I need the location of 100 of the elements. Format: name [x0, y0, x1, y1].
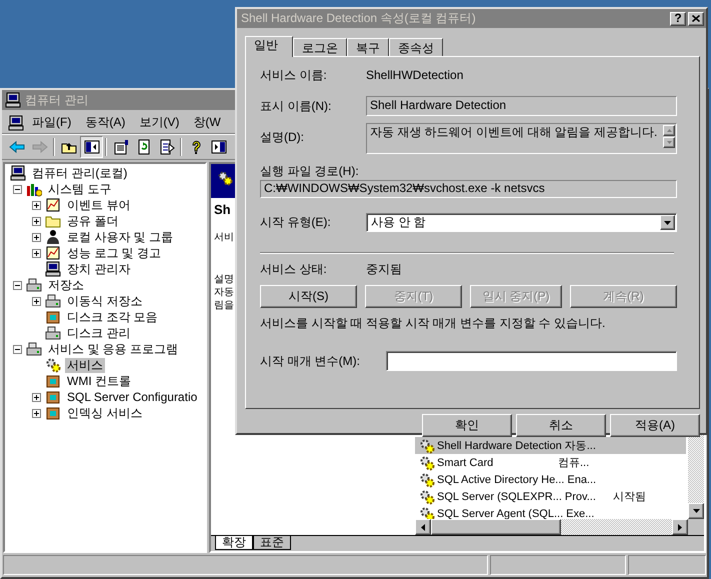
drive-icon	[26, 277, 42, 293]
tree-item[interactable]: 저장소	[46, 278, 86, 292]
detail-text: 설명	[214, 273, 234, 286]
display-name-field[interactable]: Shell Hardware Detection	[366, 96, 677, 116]
field-label: 표시 이름(N):	[260, 98, 332, 114]
startup-type-dropdown[interactable]: 사용 안 함	[366, 213, 677, 232]
collapse-icon[interactable]	[13, 344, 22, 354]
service-row[interactable]: SQL Server Agent (SQL... Exe...	[415, 505, 686, 522]
computer-icon	[8, 114, 24, 130]
parameters-field[interactable]	[386, 351, 677, 371]
table-cell-text: Ena...	[567, 474, 598, 486]
menu-item[interactable]: 창(W	[189, 114, 227, 131]
service-name-text: ShellHWDetection	[366, 68, 464, 82]
tree-item[interactable]: 인덱싱 서비스	[65, 406, 144, 420]
tree-item[interactable]: 서비스	[65, 358, 105, 372]
expand-icon[interactable]	[32, 200, 41, 210]
expand-icon[interactable]	[32, 408, 41, 418]
tree-item[interactable]: 시스템 도구	[46, 182, 114, 196]
horizontal-scrollbar[interactable]	[415, 519, 704, 535]
tree-item[interactable]: 이벤트 뷰어	[65, 198, 132, 212]
scroll-right-button[interactable]	[672, 519, 688, 535]
gear-icon	[419, 488, 435, 504]
service-row[interactable]: Shell Hardware Detection 자동...	[415, 437, 686, 454]
gear-icon	[45, 357, 61, 373]
service-row[interactable]: Smart Card 컴퓨...	[415, 454, 686, 471]
toolbox-icon	[26, 181, 42, 197]
service-button[interactable]: 시작(S)	[260, 285, 357, 308]
table-cell: Shell Hardware Detection	[437, 440, 562, 452]
tab[interactable]: 종속성	[389, 38, 443, 56]
menu-item[interactable]: 파일(F)	[28, 114, 78, 131]
back-arrow-icon	[8, 139, 24, 155]
tree-toggle-button[interactable]	[80, 136, 103, 158]
path-field[interactable]: C:₩WINDOWS₩System32₩svchost.exe -k netsvcs	[260, 180, 677, 198]
up-arrow-icon	[666, 129, 672, 132]
right-arrow-icon	[678, 524, 682, 530]
scroll-down-button[interactable]	[688, 503, 704, 519]
view-tab[interactable]: 확장	[215, 536, 253, 550]
gear-icon	[419, 472, 435, 488]
package-icon	[45, 389, 61, 405]
dropdown-button[interactable]	[660, 215, 675, 230]
chart-icon	[45, 197, 61, 213]
gear-icon	[419, 438, 435, 454]
tab[interactable]: 로그온	[293, 38, 347, 56]
users-icon	[45, 229, 61, 245]
scroll-down-button[interactable]	[663, 137, 675, 148]
table-cell-text: Exe...	[566, 508, 596, 520]
dialog-button[interactable]: 취소	[516, 414, 606, 437]
menu-item[interactable]: 보기(V)	[135, 114, 186, 131]
down-arrow-icon	[666, 141, 672, 144]
view-tab[interactable]: 표준	[253, 536, 291, 550]
service-row[interactable]: SQL Server (SQLEXPR... Prov... 시작됨	[415, 488, 686, 505]
service-row[interactable]: SQL Active Directory He... Ena...	[415, 471, 686, 488]
dialog-button[interactable]: 적용(A)	[610, 414, 700, 437]
tab[interactable]: 일반	[245, 36, 293, 57]
description-field[interactable]: 자동 재생 하드웨어 이벤트에 대해 알림을 제공합니다.	[366, 123, 677, 154]
tree-item[interactable]: 장치 관리자	[65, 262, 132, 276]
scroll-thumb[interactable]	[431, 519, 561, 535]
detail-heading: Sh	[214, 202, 232, 217]
expand-icon[interactable]	[32, 248, 41, 258]
refresh-icon	[136, 139, 152, 155]
expand-icon[interactable]	[32, 232, 41, 242]
drive-icon	[26, 341, 42, 357]
tree-item[interactable]: 이동식 저장소	[65, 294, 144, 308]
tab[interactable]: 복구	[347, 38, 389, 56]
expand-icon[interactable]	[32, 296, 41, 306]
tree-item[interactable]: 서비스 및 응용 프로그램	[46, 342, 180, 356]
field-label: 설명(D):	[260, 129, 305, 146]
chart-icon	[45, 245, 61, 261]
table-cell: SQL Server (SQLEXPR...	[437, 490, 562, 502]
scroll-left-button[interactable]	[415, 519, 431, 535]
computer-icon	[10, 165, 26, 181]
expand-icon[interactable]	[32, 392, 41, 402]
tree-item[interactable]: 로컬 사용자 및 그룹	[65, 230, 176, 244]
tree-item[interactable]: WMI 컨트롤	[65, 374, 133, 388]
expand-icon[interactable]	[32, 216, 41, 226]
table-cell-text: 시작됨	[612, 490, 646, 504]
properties-icon	[112, 139, 128, 155]
scroll-up-button[interactable]	[663, 125, 675, 136]
vertical-scrollbar[interactable]	[688, 435, 704, 519]
table-cell-text: 컴퓨...	[558, 456, 590, 470]
description-text: 자동 재생 하드웨어 이벤트에 대해 알림을 제공합니다.	[370, 124, 658, 141]
collapse-icon[interactable]	[13, 184, 22, 194]
tree-item[interactable]: SQL Server Configuratio	[65, 390, 200, 404]
collapse-icon[interactable]	[13, 280, 22, 290]
package-icon	[45, 373, 61, 389]
tree-item[interactable]: 디스크 관리	[65, 326, 132, 340]
menu-item[interactable]: 동작(A)	[81, 114, 132, 131]
dialog-button[interactable]: 확인	[422, 414, 512, 437]
tree-item[interactable]: 디스크 조각 모음	[65, 310, 160, 324]
package-icon	[45, 405, 61, 421]
drive-icon	[45, 293, 61, 309]
left-arrow-icon	[421, 524, 425, 530]
table-cell: Smart Card	[437, 456, 494, 468]
caret-icon	[664, 220, 671, 224]
tree-item[interactable]: 공유 폴더	[65, 214, 120, 228]
drive-icon	[45, 325, 61, 341]
pane-toggle-icon	[84, 139, 100, 155]
close-icon	[692, 15, 700, 22]
tree-item[interactable]: 컴퓨터 관리(로컬)	[30, 166, 130, 180]
tree-item[interactable]: 성능 로그 및 경고	[65, 246, 164, 260]
